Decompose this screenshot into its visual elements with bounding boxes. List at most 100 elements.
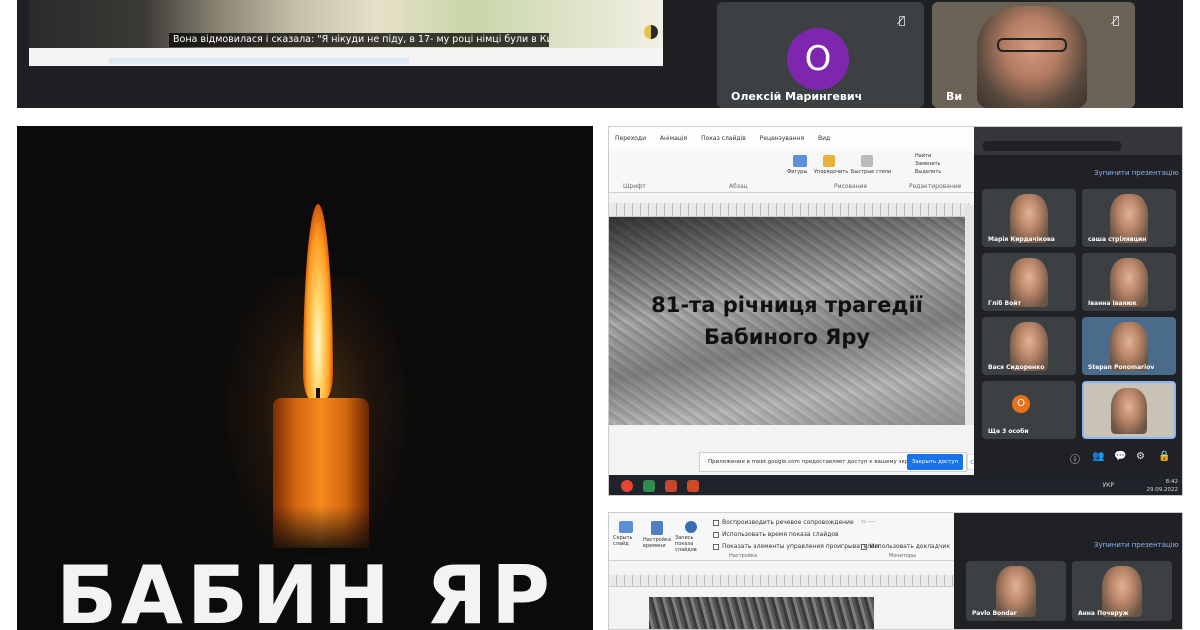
select-button[interactable]: Выделить (915, 169, 941, 175)
windows-taskbar: УКР 8:42 29.09.2022 (609, 475, 1182, 495)
address-bar[interactable] (982, 141, 1122, 151)
stop-presenting-link[interactable]: Зупинити презентацію (1094, 169, 1179, 177)
checkbox[interactable] (713, 519, 719, 526)
poster-title: БАБИН ЯР (56, 549, 554, 630)
info-icon[interactable]: ⓘ (1070, 451, 1080, 466)
language-indicator[interactable]: УКР (1102, 482, 1114, 489)
participant-name: Марія Кирдачікова (988, 236, 1055, 243)
more-participants-label: Ще 3 особи (988, 428, 1029, 435)
checkbox[interactable] (861, 543, 867, 550)
ribbon-tabs: Переходи Анімація Показ слайдів Рецензув… (609, 127, 974, 151)
arrange-icon[interactable] (823, 155, 835, 167)
self-tile[interactable] (1082, 381, 1176, 439)
participant-name: Вася Сидоренко (988, 364, 1045, 371)
tab-slideshow[interactable]: Показ слайдів (695, 127, 752, 151)
replace-button[interactable]: Заменить (915, 161, 941, 167)
group-drawing: Рисование (834, 183, 868, 190)
ruler (609, 203, 969, 217)
app-icon[interactable] (687, 480, 699, 492)
participant-tile[interactable]: Марія Кирдачікова (982, 189, 1076, 247)
ribbon: Переходи Анімація Показ слайдів Рецензув… (609, 127, 974, 193)
participant-name: Pavlo Bondar (972, 610, 1017, 617)
glasses (997, 38, 1067, 52)
participant-tile[interactable]: Гліб Войт (982, 253, 1076, 311)
group-editing: Редактирование (909, 183, 962, 190)
checkbox-presenter-view[interactable]: Использовать докладчик (861, 543, 950, 550)
checkbox[interactable] (713, 543, 719, 550)
tab-view[interactable]: Вид (812, 127, 836, 151)
chrome-icon[interactable] (621, 480, 633, 492)
clock-time: 8:42 (1165, 479, 1178, 485)
chat-icon[interactable]: 💬 (1114, 451, 1126, 462)
timing-icon[interactable] (651, 521, 663, 535)
participant-video (1111, 388, 1147, 434)
taskbar-clock[interactable]: 8:42 29.09.2022 (1147, 478, 1179, 494)
quick-styles-icon[interactable] (861, 155, 873, 167)
memorial-poster: БАБИН ЯР (17, 126, 593, 630)
vertical-scrollbar[interactable] (965, 205, 974, 425)
hide-slide-icon[interactable] (619, 521, 633, 533)
checkbox-label: Показать элементы управления проигрывате… (722, 543, 880, 550)
lock-icon[interactable]: 🔒 (1158, 451, 1170, 462)
participant-tile[interactable]: Pavlo Bondar (966, 561, 1066, 621)
participant-tile[interactable]: саша стрілявцин (1082, 189, 1176, 247)
participant-tile[interactable]: Анна Почеруж (1072, 561, 1172, 621)
participant-video (977, 6, 1087, 108)
activities-icon[interactable]: ⚙ (1136, 451, 1145, 462)
record-slideshow-button[interactable]: Запись показа слайдов (675, 535, 711, 553)
slide-canvas[interactable]: 81-та річниця трагедії Бабиного Яру (609, 217, 965, 425)
arrange-button[interactable]: Упорядочить (814, 169, 848, 175)
people-icon[interactable]: 👥 (1092, 451, 1104, 462)
stop-presenting-link[interactable]: Зупинити презентацію (1094, 541, 1179, 549)
find-button[interactable]: Найти (915, 153, 931, 159)
shapes-icon[interactable] (793, 155, 807, 167)
tab-animation[interactable]: Анімація (654, 127, 693, 151)
screen-share-powerpoint: Переходи Анімація Показ слайдів Рецензув… (608, 126, 1183, 496)
participant-name: Анна Почеруж (1078, 610, 1129, 617)
avatar: О (787, 28, 849, 90)
more-participants-tile[interactable]: О Ще 3 особи (982, 381, 1076, 439)
slide-title-line1: 81-та річниця трагедії (651, 293, 923, 317)
group-monitors: Мониторы (889, 553, 916, 559)
hide-slide-button[interactable]: Скрыть слайд (613, 535, 643, 547)
ruler (609, 575, 954, 587)
ribbon: Скрыть слайд Настройка времени Запись по… (609, 513, 954, 561)
powerpoint-icon[interactable] (665, 480, 677, 492)
meet-panel: Зупинити презентацію Pavlo Bondar Анна П… (954, 513, 1182, 629)
checkbox-controls[interactable]: Показать элементы управления проигрывате… (713, 543, 879, 550)
checkbox-label: Использовать время показа слайдов (722, 531, 839, 538)
participant-name: Олексій Марингевич (731, 90, 863, 103)
video-progress-bar[interactable] (109, 58, 409, 64)
participant-tile[interactable]: Stepan Ponomariov (1082, 317, 1176, 375)
participant-tile[interactable]: Вася Сидоренко (982, 317, 1076, 375)
shapes-button[interactable]: Фигуры (787, 169, 807, 175)
slide-thumbnail[interactable] (649, 597, 874, 629)
app-icon[interactable] (643, 480, 655, 492)
checkbox-narration[interactable]: Воспроизводить речевое сопровождение (713, 519, 854, 526)
candle-flame (303, 204, 333, 404)
ribbon-group-labels: Шрифт Абзац Рисование Редактирование (609, 183, 974, 193)
shared-video[interactable]: Вона відмовилася і сказала: "Я нікуди не… (29, 0, 663, 66)
monitor-select[interactable]: ▭ ····· (861, 519, 875, 525)
checkbox-label: Использовать докладчик (870, 543, 950, 550)
meet-controls: ⓘ 👥 💬 ⚙ 🔒 (974, 445, 1182, 469)
quick-styles-button[interactable]: Быстрые стили (851, 169, 891, 175)
checkbox-timings[interactable]: Использовать время показа слайдов (713, 531, 839, 538)
rehearse-timing-button[interactable]: Настройка времени (643, 537, 675, 549)
group-font: Шрифт (623, 183, 646, 190)
browser-chrome (974, 127, 1182, 155)
mic-off-icon: 🎙̸ (1112, 14, 1120, 27)
group-setup: Настройка (729, 553, 758, 559)
clock-date: 29.09.2022 (1146, 487, 1179, 493)
slide-title: 81-та річниця трагедії Бабиного Яру (609, 289, 965, 353)
checkbox[interactable] (713, 531, 719, 538)
stop-sharing-button[interactable]: Закрыть доступ (907, 454, 963, 470)
participant-tile[interactable]: Іванна Іванюк (1082, 253, 1176, 311)
record-icon[interactable] (685, 521, 697, 533)
tab-review[interactable]: Рецензування (754, 127, 810, 151)
moon-icon (644, 25, 658, 39)
participant-name: саша стрілявцин (1088, 236, 1147, 243)
tab-transitions[interactable]: Переходи (609, 127, 652, 151)
participant-name: Stepan Ponomariov (1088, 364, 1155, 371)
screen-share-powerpoint-2: Скрыть слайд Настройка времени Запись по… (608, 512, 1183, 630)
